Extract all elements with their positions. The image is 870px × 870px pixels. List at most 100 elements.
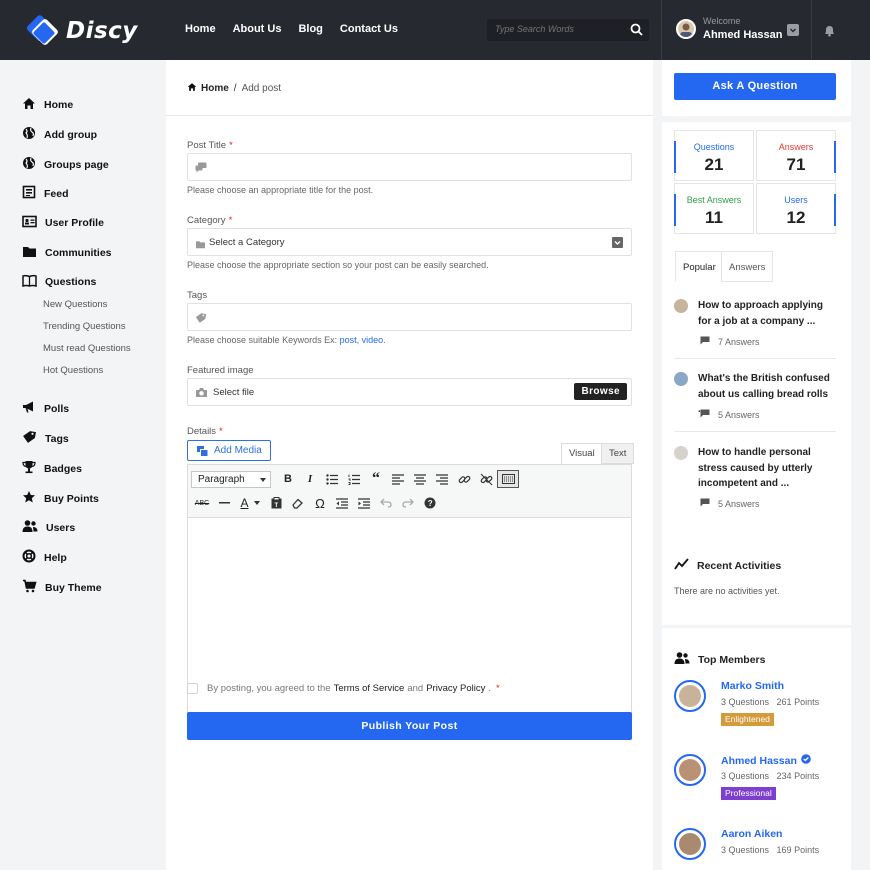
align-right-icon[interactable] <box>431 470 453 488</box>
agree-checkbox[interactable] <box>187 683 198 694</box>
featured-image-label: Featured image <box>187 365 254 376</box>
search-icon[interactable] <box>630 23 643 39</box>
paragraph-select[interactable]: Paragraph <box>191 470 271 488</box>
top-members-card: Top Members Marko Smith 3 Questions 261 … <box>662 628 851 870</box>
sidebar-label-users: Users <box>46 521 76 534</box>
nav-about-us[interactable]: About Us <box>233 23 282 35</box>
category-select[interactable]: Select a Category <box>187 228 632 256</box>
sidebar-item-buy-points[interactable]: Buy Points <box>22 490 99 507</box>
toolbar-toggle-icon[interactable] <box>497 470 519 488</box>
select-file-label: Select file <box>213 387 255 398</box>
breadcrumb: Home / Add post <box>187 82 281 95</box>
featured-image-input[interactable]: Select file Browse <box>187 378 632 406</box>
strikethrough-button[interactable]: ABC <box>191 494 213 512</box>
help-icon[interactable]: ? <box>419 494 441 512</box>
nav-blog[interactable]: Blog <box>298 23 322 35</box>
terms-link[interactable]: Terms of Service <box>334 683 405 694</box>
sidebar-item-tags[interactable]: Tags <box>22 430 69 447</box>
sidebar-item-home[interactable]: Home <box>22 97 73 113</box>
sidebar-item-help[interactable]: Help <box>22 549 67 566</box>
sidebar-sub-trending-questions[interactable]: Trending Questions <box>43 321 126 332</box>
stat-best-answers: Best Answers 11 <box>674 183 754 234</box>
sidebar-label-badges: Badges <box>44 462 82 475</box>
user-menu[interactable]: Welcome Ahmed Hassan <box>676 17 782 41</box>
browse-button[interactable]: Browse <box>574 383 627 400</box>
notification-bell-icon[interactable] <box>823 24 836 40</box>
link-icon[interactable] <box>453 470 475 488</box>
sidebar-sub-hot-questions[interactable]: Hot Questions <box>43 365 103 376</box>
bullet-list-icon[interactable] <box>321 470 343 488</box>
sidebar-item-feed[interactable]: Feed <box>22 185 69 202</box>
bold-button[interactable]: B <box>277 470 299 488</box>
outdent-icon[interactable] <box>331 494 353 512</box>
sidebar-item-user-profile[interactable]: User Profile <box>22 215 104 231</box>
sidebar-label-add-group: Add group <box>44 128 98 141</box>
globe-icon <box>22 156 44 173</box>
tag-example-post[interactable]: post <box>340 335 357 345</box>
numbered-list-icon[interactable] <box>343 470 365 488</box>
sidebar-item-badges[interactable]: Badges <box>22 460 82 477</box>
text-color-icon[interactable]: A <box>235 494 265 512</box>
sidebar-item-questions[interactable]: Questions <box>22 274 96 290</box>
right-sidebar: Ask A Question Questions 21 Answers 71 B… <box>662 60 851 870</box>
sidebar-item-groups-page[interactable]: Groups page <box>22 156 109 173</box>
quote-icon[interactable]: “ <box>365 470 387 488</box>
sidebar-item-polls[interactable]: Polls <box>22 400 69 417</box>
member-name[interactable]: Marko Smith <box>721 680 784 692</box>
paste-text-icon[interactable]: T <box>265 494 287 512</box>
tab-text[interactable]: Text <box>601 443 635 464</box>
tag-example-video[interactable]: video <box>362 335 384 345</box>
logo-icon <box>24 14 58 48</box>
undo-icon[interactable] <box>375 494 397 512</box>
post-title-input[interactable] <box>187 153 632 181</box>
italic-button[interactable]: I <box>299 470 321 488</box>
breadcrumb-home[interactable]: Home <box>201 83 229 94</box>
agree-row: By posting, you agreed to the Terms of S… <box>187 683 500 694</box>
divider <box>674 431 836 432</box>
indent-icon[interactable] <box>353 494 375 512</box>
sidebar-sub-new-questions[interactable]: New Questions <box>43 299 107 310</box>
folder-icon <box>22 245 45 261</box>
avatar <box>674 828 706 860</box>
search-input[interactable] <box>495 24 625 34</box>
sidebar-item-buy-theme[interactable]: Buy Theme <box>22 579 102 596</box>
omega-icon[interactable]: Ω <box>309 494 331 512</box>
editor-toolbar: Paragraph B I “ ABC A T Ω ? <box>188 465 631 518</box>
home-icon <box>187 82 197 95</box>
users-icon <box>22 519 46 536</box>
user-name: Ahmed Hassan <box>703 29 783 41</box>
publish-post-button[interactable]: Publish Your Post <box>187 712 632 740</box>
folder-icon <box>195 238 206 252</box>
tags-input[interactable] <box>187 303 632 331</box>
chevron-down-icon[interactable] <box>787 24 799 36</box>
sidebar-sub-must-read-questions[interactable]: Must read Questions <box>43 343 131 354</box>
ask-question-button[interactable]: Ask A Question <box>674 73 836 100</box>
sidebar-item-add-group[interactable]: Add group <box>22 126 97 143</box>
stat-answers: Answers 71 <box>756 130 836 181</box>
header-divider-2 <box>811 0 812 60</box>
logo[interactable]: Discy <box>24 14 138 48</box>
verified-icon <box>801 754 811 767</box>
top-members-title: Top Members <box>698 653 766 666</box>
horizontal-line-icon[interactable] <box>213 494 235 512</box>
privacy-link[interactable]: Privacy Policy <box>426 683 485 694</box>
add-media-button[interactable]: Add Media <box>187 440 271 461</box>
tab-popular[interactable]: Popular <box>675 251 724 282</box>
align-center-icon[interactable] <box>409 470 431 488</box>
chat-icon <box>195 162 207 176</box>
tab-answers[interactable]: Answers <box>721 251 774 282</box>
nav-contact-us[interactable]: Contact Us <box>340 23 398 35</box>
sidebar-item-communities[interactable]: Communities <box>22 245 112 261</box>
sidebar-item-users[interactable]: Users <box>22 519 75 536</box>
users-icon <box>674 651 698 668</box>
divider <box>166 115 653 116</box>
align-left-icon[interactable] <box>387 470 409 488</box>
tab-visual[interactable]: Visual <box>561 443 603 464</box>
eraser-icon[interactable] <box>287 494 309 512</box>
member-name[interactable]: Ahmed Hassan <box>721 754 811 767</box>
member-name[interactable]: Aaron Aiken <box>721 828 782 840</box>
sidebar-label-buy-theme: Buy Theme <box>45 581 102 594</box>
unlink-icon[interactable] <box>475 470 497 488</box>
redo-icon[interactable] <box>397 494 419 512</box>
nav-home[interactable]: Home <box>185 23 216 35</box>
